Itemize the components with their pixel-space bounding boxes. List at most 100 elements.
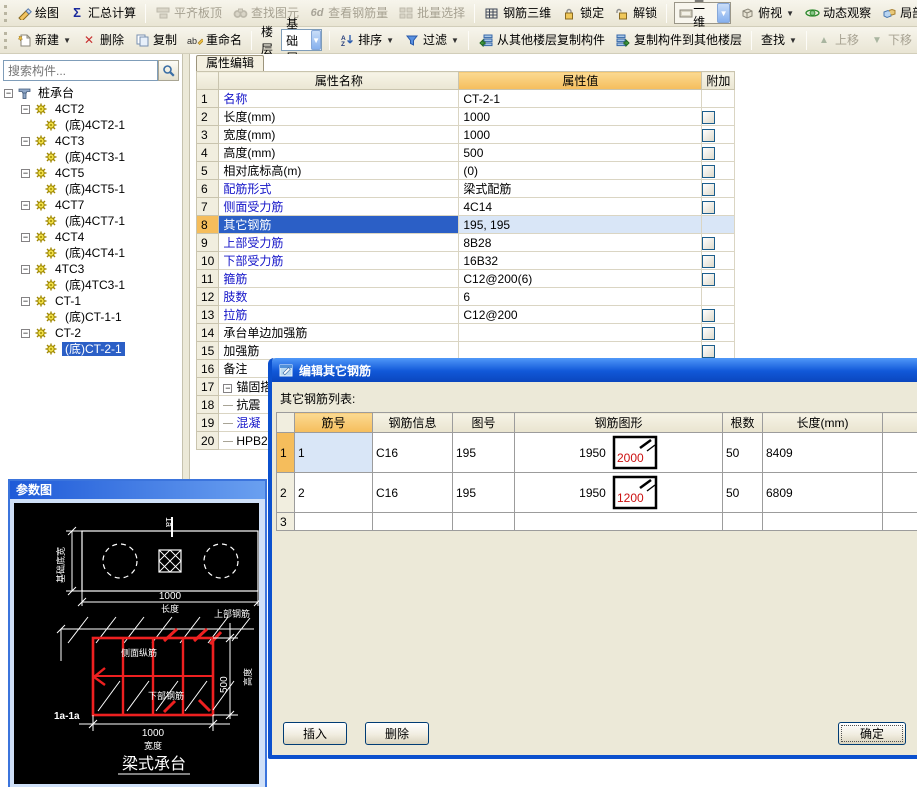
sort-button[interactable]: A Z 排序 ▼ xyxy=(334,31,399,49)
tree-group-label[interactable]: 4CT3 xyxy=(52,134,87,148)
property-name-cell[interactable]: 宽度(mm) xyxy=(218,125,460,144)
tree-item-(底)4CT3-1[interactable]: (底)4CT3-1 xyxy=(0,149,182,165)
bar-count-cell[interactable]: 50 xyxy=(722,472,763,513)
property-value-cell[interactable]: (0) xyxy=(458,161,703,180)
collapse-icon[interactable]: − xyxy=(21,328,30,338)
extra-checkbox[interactable] xyxy=(702,272,716,286)
tree-group-label[interactable]: 4CT7 xyxy=(52,198,87,212)
property-value-cell[interactable]: 8B28 xyxy=(458,233,703,252)
property-name-cell[interactable]: 上部受力筋 xyxy=(218,233,460,252)
property-name-cell[interactable]: 承台单边加强筋 xyxy=(218,323,460,342)
collapse-icon[interactable]: − xyxy=(21,264,30,274)
bar-count-cell[interactable] xyxy=(722,512,763,531)
filter-button[interactable]: 过滤 ▼ xyxy=(399,31,464,49)
property-value-cell[interactable] xyxy=(458,341,703,360)
property-value-cell[interactable]: 500 xyxy=(458,143,703,162)
rebar-shape-cell[interactable]: 1950 2000 xyxy=(514,432,723,473)
tree-item-(底)4CT4-1[interactable]: (底)4CT4-1 xyxy=(0,245,182,261)
tree-item-(底)CT-2-1[interactable]: (底)CT-2-1 xyxy=(0,341,182,357)
lock-button[interactable]: 锁定 xyxy=(556,4,609,22)
new-button[interactable]: 新建 ▼ xyxy=(11,31,76,49)
delete-row-button[interactable]: 删除 xyxy=(365,722,429,745)
extra-checkbox[interactable] xyxy=(702,308,716,322)
tree-item-label[interactable]: (底)4CT3-1 xyxy=(62,150,128,164)
tree-group-label[interactable]: 4CT2 xyxy=(52,102,87,116)
collapse-icon[interactable]: − xyxy=(21,136,30,146)
property-value-cell[interactable]: CT-2-1 xyxy=(458,89,703,108)
summary-calc-button[interactable]: Σ 汇总计算 xyxy=(64,4,141,22)
tree-item-(底)4CT7-1[interactable]: (底)4CT7-1 xyxy=(0,213,182,229)
property-name-cell[interactable]: 侧面受力筋 xyxy=(218,197,460,216)
tree-group-4CT4[interactable]: − 4CT4 xyxy=(0,229,182,245)
extra-checkbox[interactable] xyxy=(702,164,716,178)
tree-root-pile-cap[interactable]: − 桩承台 xyxy=(0,85,182,101)
property-value-cell[interactable]: C12@200 xyxy=(458,305,703,324)
collapse-icon[interactable]: − xyxy=(21,168,30,178)
find-button[interactable]: 查找 ▼ xyxy=(756,32,802,49)
delete-button[interactable]: ✕ 删除 xyxy=(76,31,129,49)
local-3d-button[interactable]: 局部三维 xyxy=(876,4,917,22)
tree-item-(底)4CT5-1[interactable]: (底)4CT5-1 xyxy=(0,181,182,197)
property-value-cell[interactable]: 1000 xyxy=(458,107,703,126)
tree-group-4CT3[interactable]: − 4CT3 xyxy=(0,133,182,149)
tree-group-CT-1[interactable]: − CT-1 xyxy=(0,293,182,309)
collapse-icon[interactable]: − xyxy=(4,88,13,98)
figure-number-cell[interactable]: 195 xyxy=(452,432,515,473)
draw-button[interactable]: 绘图 xyxy=(11,4,64,22)
tree-item-(底)4TC3-1[interactable]: (底)4TC3-1 xyxy=(0,277,182,293)
tree-group-label[interactable]: 4CT4 xyxy=(52,230,87,244)
tab-property-edit[interactable]: 属性编辑 xyxy=(196,55,265,71)
rebar-3d-button[interactable]: 钢筋三维 xyxy=(479,4,556,22)
rebar-info-cell[interactable] xyxy=(372,512,453,531)
property-name-cell[interactable]: 加强筋 xyxy=(218,341,460,360)
floor-combo[interactable]: 基础层▼ xyxy=(281,17,323,65)
extra-checkbox[interactable] xyxy=(702,128,716,142)
chevron-down-icon[interactable]: ▼ xyxy=(717,3,731,23)
top-view-button[interactable]: 俯视 ▼ xyxy=(734,4,799,22)
property-value-cell[interactable]: 6 xyxy=(458,287,703,306)
extra-checkbox[interactable] xyxy=(702,110,716,124)
extra-checkbox[interactable] xyxy=(702,326,716,340)
bar-number-cell[interactable] xyxy=(294,512,373,531)
property-name-cell[interactable]: 长度(mm) xyxy=(218,107,460,126)
bar-length-cell[interactable] xyxy=(762,512,883,531)
tree-group-CT-2[interactable]: − CT-2 xyxy=(0,325,182,341)
property-name-cell[interactable]: 肢数 xyxy=(218,287,460,306)
property-value-cell[interactable]: 195, 195 xyxy=(458,215,703,234)
tree-item-label[interactable]: (底)CT-1-1 xyxy=(62,310,125,324)
property-name-cell[interactable]: 配筋形式 xyxy=(218,179,460,198)
view-mode-combo[interactable]: 二维 ▼ xyxy=(674,0,732,29)
tree-item-label[interactable]: (底)4CT7-1 xyxy=(62,214,128,228)
collapse-icon[interactable]: − xyxy=(21,104,30,114)
property-value-cell[interactable]: 1000 xyxy=(458,125,703,144)
rebar-info-cell[interactable]: C16 xyxy=(372,472,453,513)
copy-from-other-floor-button[interactable]: 从其他楼层复制构件 xyxy=(473,31,610,49)
property-name-cell[interactable]: 其它钢筋 xyxy=(218,215,460,234)
ok-button[interactable]: 确定 xyxy=(838,722,906,745)
parameter-panel-title[interactable]: 参数图 xyxy=(10,481,265,499)
tree-group-label[interactable]: CT-1 xyxy=(52,294,84,308)
property-name-cell[interactable]: 拉筋 xyxy=(218,305,460,324)
property-name-cell[interactable]: 箍筋 xyxy=(218,269,460,288)
bar-length-cell[interactable]: 6809 xyxy=(762,472,883,513)
dialog-titlebar[interactable]: 编辑其它钢筋 xyxy=(272,358,917,382)
tree-group-label[interactable]: 4CT5 xyxy=(52,166,87,180)
search-input[interactable] xyxy=(3,60,158,81)
search-button[interactable] xyxy=(158,60,179,81)
property-value-cell[interactable] xyxy=(458,323,703,342)
extra-checkbox[interactable] xyxy=(702,200,716,214)
toolbar-grip[interactable] xyxy=(4,4,7,22)
rename-button[interactable]: ab 重命名 xyxy=(182,31,247,49)
extra-checkbox[interactable] xyxy=(702,146,716,160)
extra-checkbox[interactable] xyxy=(702,182,716,196)
extra-checkbox[interactable] xyxy=(702,236,716,250)
tree-group-4CT7[interactable]: − 4CT7 xyxy=(0,197,182,213)
rebar-info-cell[interactable]: C16 xyxy=(372,432,453,473)
copy-button[interactable]: 复制 xyxy=(129,31,182,49)
copy-to-other-floor-button[interactable]: 复制构件到其他楼层 xyxy=(610,31,747,49)
tree-item-(底)CT-1-1[interactable]: (底)CT-1-1 xyxy=(0,309,182,325)
property-value-cell[interactable]: 梁式配筋 xyxy=(458,179,703,198)
tree-group-4CT2[interactable]: − 4CT2 xyxy=(0,101,182,117)
tree-item-label[interactable]: (底)4CT2-1 xyxy=(62,118,128,132)
rebar-shape-cell[interactable]: 1950 1200 xyxy=(514,472,723,513)
